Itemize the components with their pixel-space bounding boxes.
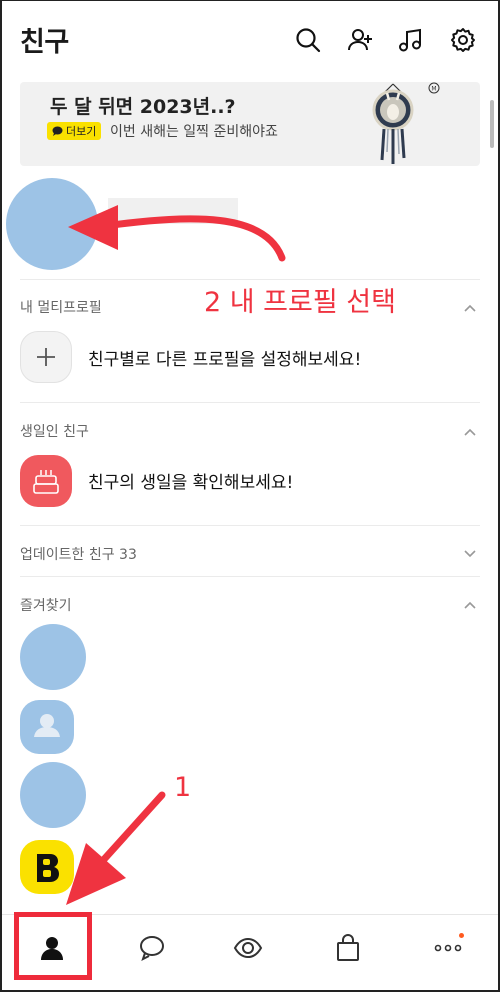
chevron-up-icon[interactable]: [462, 597, 478, 613]
add-multi-profile-button[interactable]: [20, 331, 72, 383]
divider: [20, 402, 480, 403]
chat-bubble-icon: [140, 936, 164, 961]
birthday-prompt[interactable]: 친구의 생일을 확인해보세요!: [88, 468, 293, 493]
annotation-step-2: 2 내 프로필 선택: [204, 287, 396, 318]
chats-tab[interactable]: [102, 915, 202, 981]
multi-profile-prompt[interactable]: 친구별로 다른 프로필을 설정해보세요!: [88, 345, 361, 370]
speech-bubble-icon: [52, 126, 63, 136]
banner-title: 두 달 뒤면 2023년..?: [50, 96, 236, 118]
more-tab[interactable]: [398, 915, 498, 981]
annotation-step-1: 1: [174, 772, 192, 803]
brand-b-logo-icon: [37, 854, 59, 882]
add-friend-icon[interactable]: [344, 24, 376, 56]
cake-icon: [33, 470, 59, 494]
search-icon[interactable]: [292, 24, 324, 56]
section-label-birthday: 생일인 친구: [20, 424, 89, 440]
default-profile-icon: [34, 714, 60, 737]
view-tab[interactable]: [198, 915, 298, 981]
chevron-up-icon[interactable]: [462, 300, 478, 316]
divider: [20, 576, 480, 577]
favorite-friend-avatar[interactable]: [20, 762, 86, 828]
settings-icon[interactable]: [447, 24, 479, 56]
promo-banner[interactable]: 두 달 뒤면 2023년..? 더보기 이번 새해는 일찍 준비해야죠 M: [20, 82, 480, 166]
more-pill-label: 더보기: [66, 125, 97, 138]
section-label-favorites: 즐겨찾기: [20, 598, 72, 614]
favorite-friend-avatar[interactable]: [20, 624, 86, 690]
more-dots-icon: [434, 944, 462, 952]
banner-badge: M: [431, 86, 436, 93]
page-title: 친구: [20, 27, 69, 58]
scrollbar[interactable]: [490, 100, 494, 148]
eye-icon: [233, 937, 263, 959]
notification-dot: [459, 933, 464, 938]
music-icon[interactable]: [395, 24, 427, 56]
my-profile-name[interactable]: [108, 198, 238, 224]
annotation-highlight-box: [14, 912, 92, 980]
dreamcatcher-illustration: M: [372, 82, 440, 164]
chevron-up-icon[interactable]: [462, 424, 478, 440]
divider: [20, 525, 480, 526]
plus-icon: [37, 348, 55, 366]
more-pill[interactable]: 더보기: [47, 122, 102, 140]
chevron-down-icon[interactable]: [462, 546, 478, 562]
shopping-bag-icon: [337, 934, 359, 961]
section-label-multi-profile: 내 멀티프로필: [20, 300, 102, 316]
header: 친구: [0, 0, 500, 78]
favorite-friend-avatar[interactable]: [20, 700, 74, 754]
favorite-brand-avatar[interactable]: [20, 840, 74, 894]
banner-subtitle: 이번 새해는 일찍 준비해야죠: [110, 124, 278, 140]
birthday-button[interactable]: [20, 455, 72, 507]
section-label-updated-friends[interactable]: 업데이트한 친구 33: [20, 544, 137, 564]
my-profile-avatar[interactable]: [6, 178, 98, 270]
shopping-tab[interactable]: [298, 915, 398, 981]
